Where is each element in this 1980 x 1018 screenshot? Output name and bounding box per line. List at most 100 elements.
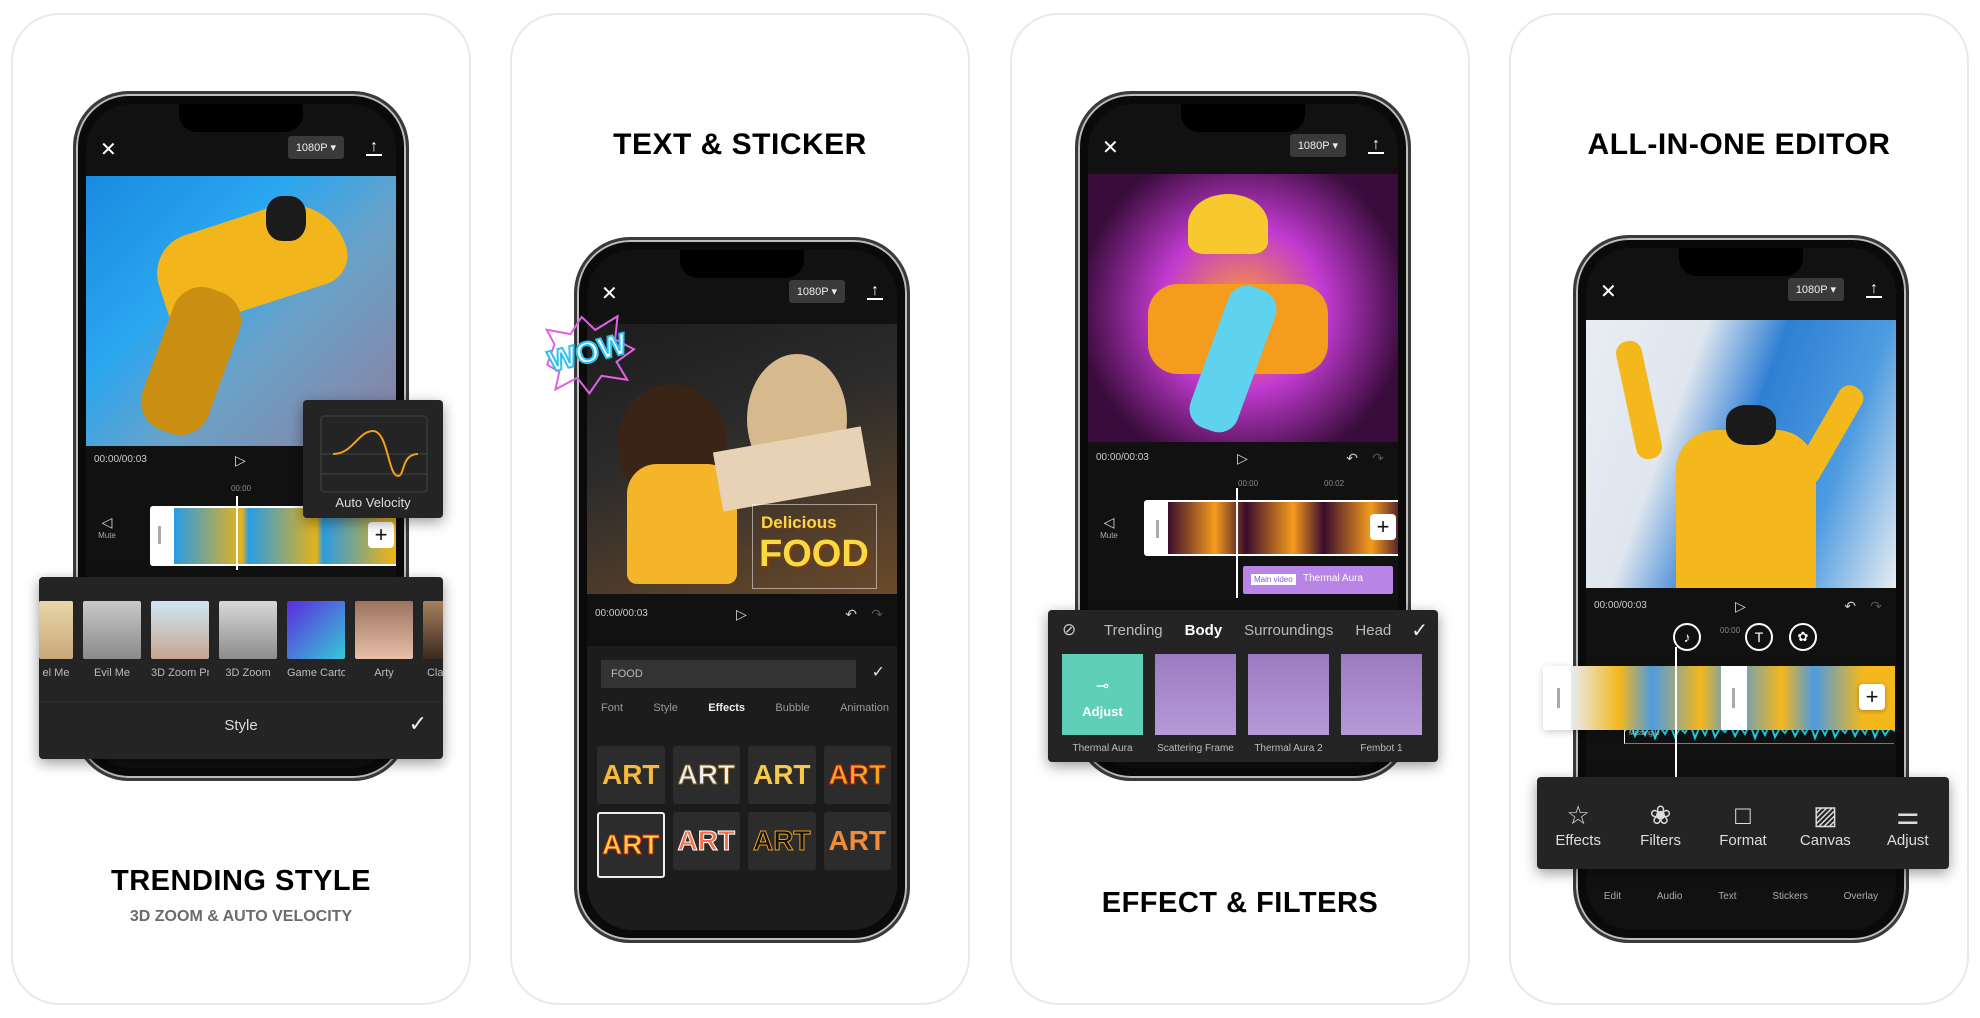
audio-track-name: Missing U [1629,730,1660,737]
text-effect-item[interactable]: ART [597,746,665,804]
panel-title: ALL-IN-ONE EDITOR [1587,128,1891,161]
playhead[interactable] [1236,488,1238,598]
mute-button[interactable]: ◁ Mute [1094,514,1124,540]
tab-animation[interactable]: Animation [840,702,889,714]
close-icon[interactable]: ✕ [1102,138,1119,158]
auto-velocity-card[interactable]: Auto Velocity [303,400,443,518]
mute-button[interactable]: ◁ Mute [92,514,122,540]
effect-item[interactable]: Scattering Frame [1155,654,1236,754]
format-square-icon: □ [1735,799,1751,830]
effect-item[interactable]: Fembot 1 [1341,654,1422,754]
effect-thumb [1248,654,1329,735]
style-item[interactable]: Arty [355,601,413,681]
style-item[interactable]: Game Carto [287,601,345,681]
tab-stickers[interactable]: Stickers [1772,891,1808,902]
style-item[interactable]: el Me [39,601,73,681]
add-clip-button[interactable]: + [1859,684,1885,710]
resolution-dropdown[interactable]: 1080P ▾ [287,136,344,159]
video-clip-track[interactable]: + [1543,666,1895,730]
text-effect-item[interactable]: ART [748,812,816,870]
tab-edit[interactable]: Edit [1604,891,1621,902]
style-sheet: el Me Evil Me 3D Zoom Pr 3D Zoom Game Ca… [39,577,443,759]
tab-font[interactable]: Font [601,702,623,714]
confirm-check-icon[interactable]: ✓ [409,711,427,737]
tab-audio[interactable]: Audio [1657,891,1683,902]
undo-icon[interactable]: ↶ [845,606,857,623]
add-clip-button[interactable]: + [368,522,394,548]
effect-item[interactable]: ⊸ Adjust Thermal Aura [1062,654,1143,754]
sheet-title: Style [224,717,258,734]
close-icon[interactable]: ✕ [100,140,117,160]
tab-style[interactable]: Style [653,702,677,714]
export-icon[interactable]: ↑ [867,283,883,300]
canvas-hatched-icon: ▨ [1813,799,1838,830]
tab-bubble[interactable]: Bubble [775,702,809,714]
tool-adjust[interactable]: ⚌ Adjust [1873,798,1943,849]
style-item[interactable]: Clas [423,601,443,681]
no-effect-icon[interactable]: ⊘ [1062,620,1076,640]
redo-icon[interactable]: ↷ [1870,598,1882,615]
text-effect-item[interactable]: ART [823,746,891,804]
effect-name: Thermal Aura [1072,743,1133,754]
close-icon[interactable]: ✕ [1600,282,1617,302]
play-icon[interactable]: ▷ [235,452,246,469]
add-clip-button[interactable]: + [1370,514,1396,540]
text-effect-item[interactable]: ART [748,746,816,804]
close-icon[interactable]: ✕ [601,284,618,304]
trim-handle-left[interactable] [1156,520,1159,538]
filters-marker-icon[interactable]: ✿ [1789,623,1817,651]
redo-icon[interactable]: ↷ [1372,450,1384,467]
style-item[interactable]: 3D Zoom Pr [151,601,209,681]
style-item[interactable]: 3D Zoom [219,601,277,681]
editor-toolbar: ☆ Effects ❀ Filters □ Format ▨ Canvas ⚌ Adjus… [1537,777,1949,869]
preview-subject-legs [132,278,250,444]
redo-icon[interactable]: ↷ [871,606,883,623]
play-icon[interactable]: ▷ [736,606,747,623]
export-icon[interactable]: ↑ [1368,137,1384,154]
style-list: el Me Evil Me 3D Zoom Pr 3D Zoom Game Ca… [39,601,443,681]
category-surroundings[interactable]: Surroundings [1244,622,1333,639]
effect-track-tag: Main video [1251,574,1296,585]
undo-icon[interactable]: ↶ [1346,450,1358,467]
trim-handle-left[interactable] [158,526,161,544]
tab-text[interactable]: Text [1718,891,1736,902]
text-effect-item[interactable]: ART [672,746,740,804]
text-effect-item[interactable]: ART [672,812,740,870]
playhead[interactable] [1675,647,1677,777]
play-icon[interactable]: ▷ [1735,598,1746,615]
tab-overlay[interactable]: Overlay [1844,891,1878,902]
resolution-dropdown[interactable]: 1080P ▾ [788,280,845,303]
category-trending[interactable]: Trending [1104,622,1163,639]
undo-icon[interactable]: ↶ [1844,598,1856,615]
text-effect-item[interactable]: ART [823,812,891,870]
resolution-dropdown[interactable]: 1080P ▾ [1289,134,1346,157]
tool-filters[interactable]: ❀ Filters [1626,798,1696,849]
effect-track[interactable]: Main video Thermal Aura [1243,566,1393,594]
play-icon[interactable]: ▷ [1237,450,1248,467]
tool-effects[interactable]: ☆ Effects [1543,798,1613,849]
category-body[interactable]: Body [1185,622,1223,639]
effect-name: Scattering Frame [1157,743,1234,754]
export-icon[interactable]: ↑ [366,139,382,156]
text-marker-icon[interactable]: T [1745,623,1773,651]
music-note-marker-icon[interactable]: ♪ [1673,623,1701,651]
confirm-check-icon[interactable]: ✓ [1411,618,1428,643]
export-icon[interactable]: ↑ [1866,281,1882,298]
category-head[interactable]: Head [1355,622,1391,639]
text-overlay-box[interactable]: Delicious FOOD [752,504,877,589]
effect-item[interactable]: Thermal Aura 2 [1248,654,1329,754]
text-effect-item-selected[interactable]: ART [597,812,665,878]
effect-track-name: Thermal Aura [1303,573,1364,584]
trim-handle-right-box[interactable] [1721,666,1747,730]
text-input[interactable]: FOOD [601,660,856,688]
video-clip-track[interactable]: + [1144,500,1398,556]
trim-handle-left[interactable] [1557,688,1560,708]
tool-format[interactable]: □ Format [1708,798,1778,849]
tab-effects[interactable]: Effects [708,702,745,714]
effect-list: ⊸ Adjust Thermal Aura Scattering Frame T… [1062,654,1422,754]
tool-canvas[interactable]: ▨ Canvas [1790,798,1860,849]
playhead[interactable] [236,496,238,570]
style-item[interactable]: Evil Me [83,601,141,681]
confirm-check-icon[interactable]: ✓ [872,662,885,682]
resolution-dropdown[interactable]: 1080P ▾ [1787,278,1844,301]
